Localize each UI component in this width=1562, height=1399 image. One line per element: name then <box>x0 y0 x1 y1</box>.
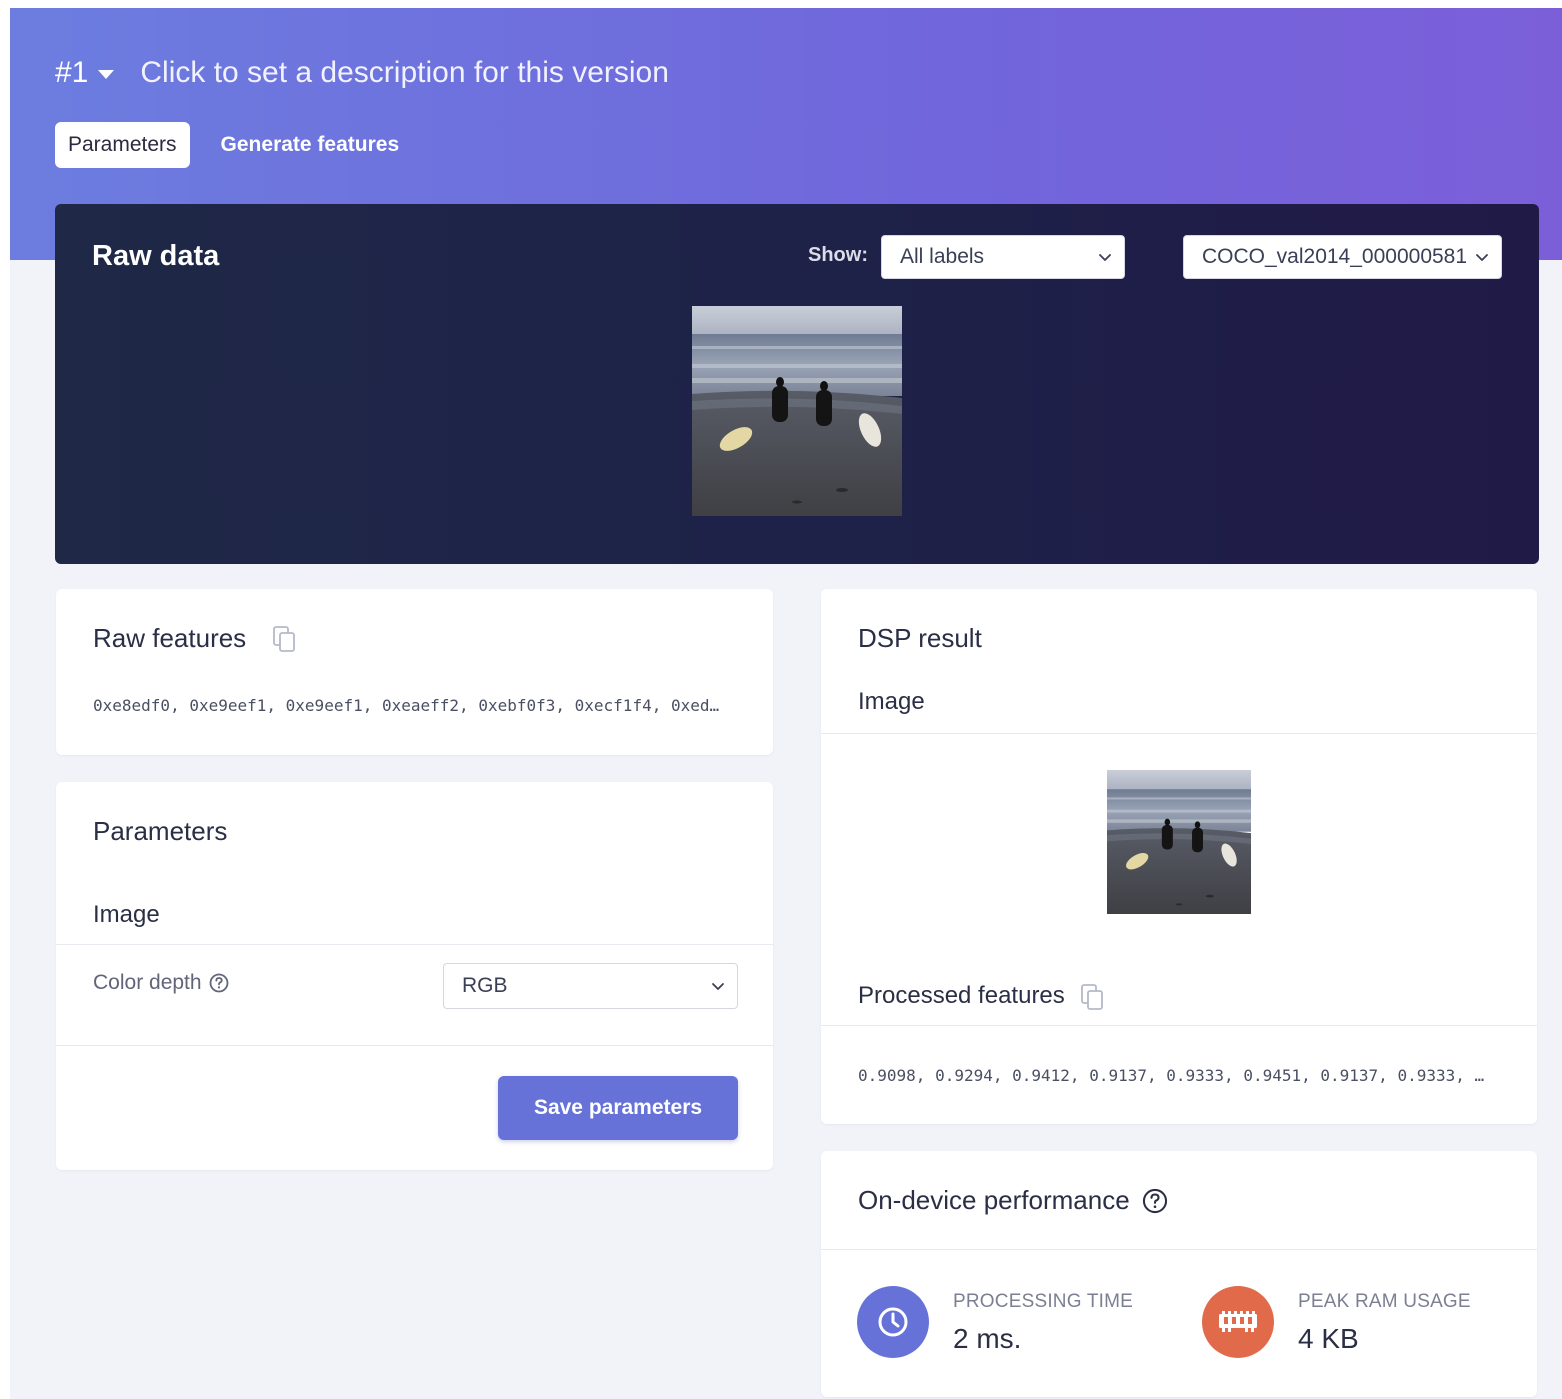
parameters-title: Parameters <box>93 816 228 846</box>
divider <box>56 944 773 945</box>
tab-parameters[interactable]: Parameters <box>55 122 190 168</box>
color-depth-select[interactable]: RGB <box>443 963 738 1009</box>
dsp-result-image <box>1107 770 1251 914</box>
performance-title-row: On-device performance <box>858 1185 1168 1216</box>
copy-icon[interactable] <box>271 625 297 653</box>
parameters-image-heading: Image <box>93 901 160 928</box>
clock-icon <box>857 1286 929 1358</box>
performance-title: On-device performance <box>858 1185 1130 1215</box>
sample-select[interactable]: COCO_val2014_000000581 <box>1183 235 1502 279</box>
label-filter-value: All labels <box>900 245 985 268</box>
on-device-performance-card: On-device performance PROCESSING TIME 2 … <box>821 1151 1537 1397</box>
dsp-result-card: DSP result Image Processed features 0.90… <box>821 589 1537 1124</box>
chevron-down-icon <box>712 983 724 990</box>
divider <box>821 733 1537 734</box>
raw-data-title: Raw data <box>92 240 220 272</box>
label-filter-select[interactable]: All labels <box>881 235 1125 279</box>
processing-time-label: PROCESSING TIME <box>953 1291 1134 1312</box>
raw-features-values: 0xe8edf0, 0xe9eef1, 0xe9eef1, 0xeaeff2, … <box>93 696 720 715</box>
help-circle-icon[interactable] <box>209 973 229 993</box>
help-circle-icon[interactable] <box>1142 1188 1168 1214</box>
color-depth-label: Color depth <box>93 971 229 995</box>
processing-time-value: 2 ms. <box>953 1323 1022 1354</box>
version-number: #1 <box>55 56 89 89</box>
color-depth-text: Color depth <box>93 971 202 994</box>
raw-sample-image <box>692 306 902 516</box>
version-row: #1 Click to set a description for this v… <box>55 56 669 90</box>
tab-bar: Parameters Generate features <box>55 122 412 168</box>
peak-ram-value: 4 KB <box>1298 1323 1359 1354</box>
sample-value: COCO_val2014_000000581 <box>1202 245 1468 268</box>
tab-generate-features[interactable]: Generate features <box>208 122 413 168</box>
save-parameters-button[interactable]: Save parameters <box>498 1076 738 1140</box>
color-depth-value: RGB <box>462 974 508 997</box>
processed-features-values: 0.9098, 0.9294, 0.9412, 0.9137, 0.9333, … <box>858 1066 1485 1085</box>
peak-ram-label: PEAK RAM USAGE <box>1298 1291 1471 1312</box>
caret-down-icon <box>98 69 115 79</box>
divider <box>821 1249 1537 1250</box>
version-description[interactable]: Click to set a description for this vers… <box>140 56 669 90</box>
copy-icon[interactable] <box>1079 983 1105 1011</box>
parameters-card: Parameters Image Color depth RGB Save pa… <box>56 782 773 1170</box>
show-label: Show: <box>808 244 868 266</box>
raw-data-panel: Raw data Show: All labels COCO_val2014_0… <box>55 204 1539 564</box>
divider <box>821 1025 1537 1026</box>
dsp-result-title: DSP result <box>858 623 982 653</box>
raw-features-title: Raw features <box>93 623 247 653</box>
divider <box>56 1045 773 1046</box>
chevron-down-icon <box>1099 254 1111 261</box>
dsp-image-heading: Image <box>858 688 925 715</box>
processed-features-heading: Processed features <box>858 982 1065 1009</box>
raw-features-card: Raw features 0xe8edf0, 0xe9eef1, 0xe9eef… <box>56 589 773 755</box>
page-frame: #1 Click to set a description for this v… <box>10 8 1562 1399</box>
chevron-down-icon <box>1476 254 1488 261</box>
version-selector[interactable]: #1 <box>55 56 115 90</box>
memory-chip-icon <box>1202 1286 1274 1358</box>
